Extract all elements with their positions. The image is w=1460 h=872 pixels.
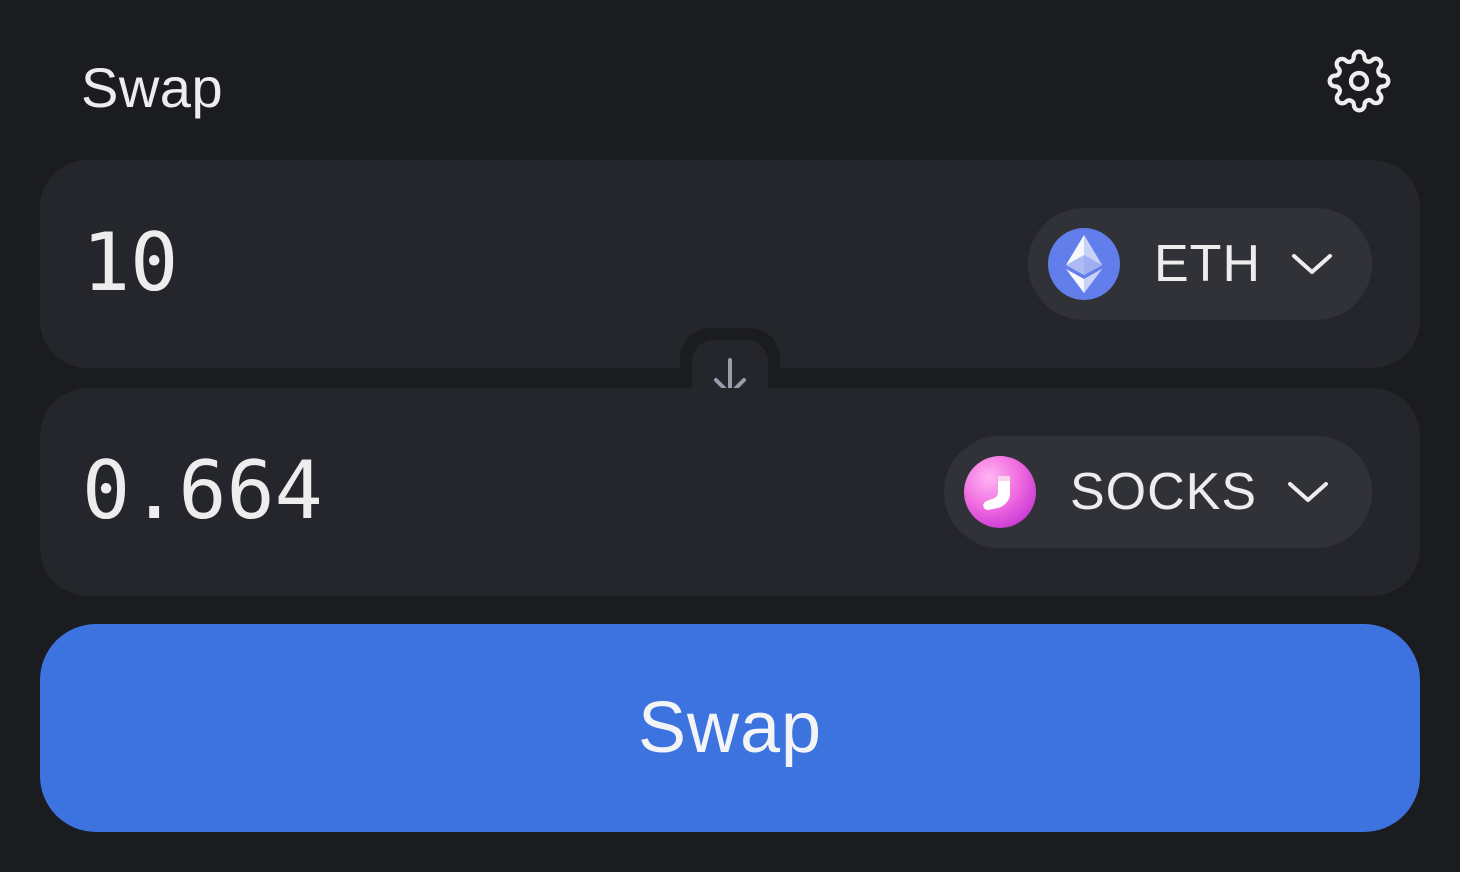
- output-token-symbol: SOCKS: [1070, 463, 1258, 521]
- gear-icon: [1327, 49, 1391, 113]
- swap-button[interactable]: Swap: [40, 624, 1420, 832]
- output-token-selector[interactable]: SOCKS: [944, 436, 1372, 548]
- page-title: Swap: [81, 56, 224, 119]
- ethereum-logo-icon: [1048, 228, 1120, 300]
- settings-button[interactable]: [1322, 44, 1396, 118]
- socks-logo-icon: [964, 456, 1036, 528]
- chevron-down-icon: [1291, 251, 1333, 277]
- input-token-symbol: ETH: [1154, 235, 1261, 293]
- chevron-down-icon: [1287, 479, 1329, 505]
- output-amount-field[interactable]: [82, 440, 902, 540]
- input-amount-field[interactable]: [82, 212, 902, 312]
- input-token-selector[interactable]: ETH: [1028, 208, 1372, 320]
- output-panel: SOCKS: [40, 388, 1420, 596]
